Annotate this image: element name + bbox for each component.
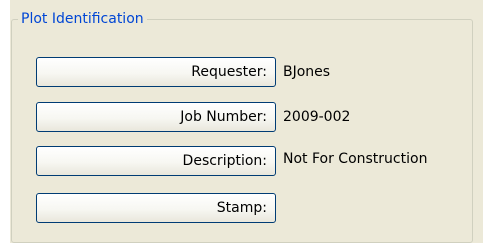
job-number-button[interactable]: Job Number: bbox=[36, 102, 276, 132]
group-title: Plot Identification bbox=[18, 10, 147, 28]
stamp-button[interactable]: Stamp: bbox=[36, 193, 276, 223]
description-value: Not For Construction bbox=[283, 151, 428, 167]
requester-value: BJones bbox=[283, 64, 331, 80]
requester-button[interactable]: Requester: bbox=[36, 57, 276, 87]
description-button[interactable]: Description: bbox=[36, 146, 276, 176]
job-number-value: 2009-002 bbox=[283, 109, 351, 125]
